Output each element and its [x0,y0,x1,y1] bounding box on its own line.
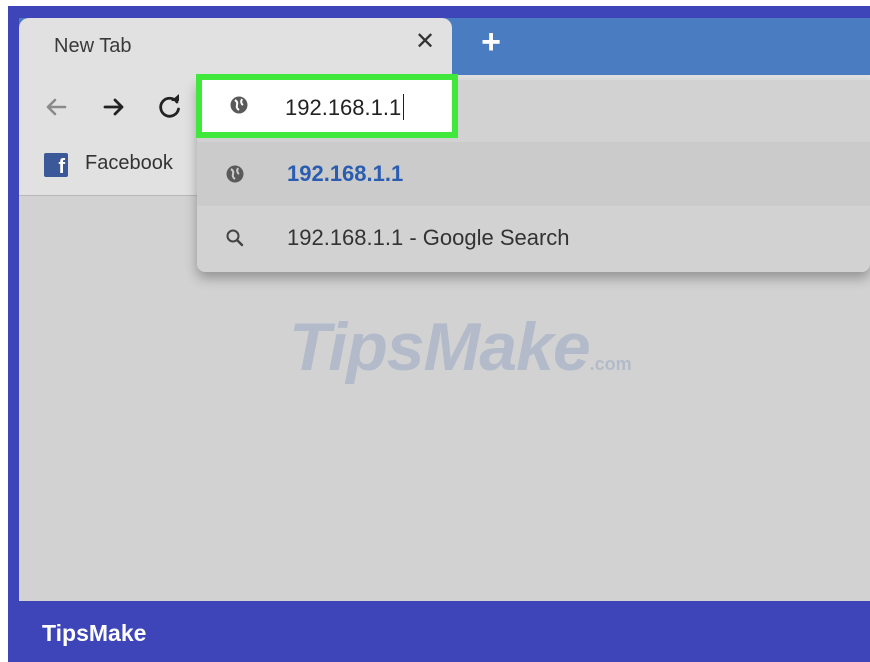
close-tab-icon[interactable]: ✕ [413,30,437,54]
reload-icon[interactable] [155,92,185,122]
arrow-left-icon[interactable] [41,92,71,122]
suggestion-item[interactable]: 192.168.1.1 - Google Search [197,206,870,270]
new-tab-button[interactable]: + [477,25,505,59]
facebook-icon: f [44,153,68,178]
tab-title: New Tab [54,35,132,57]
suggestion-label: 192.168.1.1 - Google Search [287,225,570,250]
suggestion-label: 192.168.1.1 [287,161,404,186]
tab-new-tab[interactable]: New Tab ✕ [19,18,452,78]
search-icon [226,229,244,247]
footer-brand: TipsMake [42,620,147,646]
globe-icon [230,96,248,114]
text-caret [403,94,405,120]
suggestion-item[interactable]: 192.168.1.1 [197,142,870,206]
watermark: TipsMake.com [289,309,632,385]
arrow-right-icon[interactable] [99,92,129,122]
bookmark-facebook[interactable]: Facebook [85,152,173,175]
globe-icon [226,165,244,183]
omnibox-input[interactable]: 192.168.1.1 [285,94,405,121]
